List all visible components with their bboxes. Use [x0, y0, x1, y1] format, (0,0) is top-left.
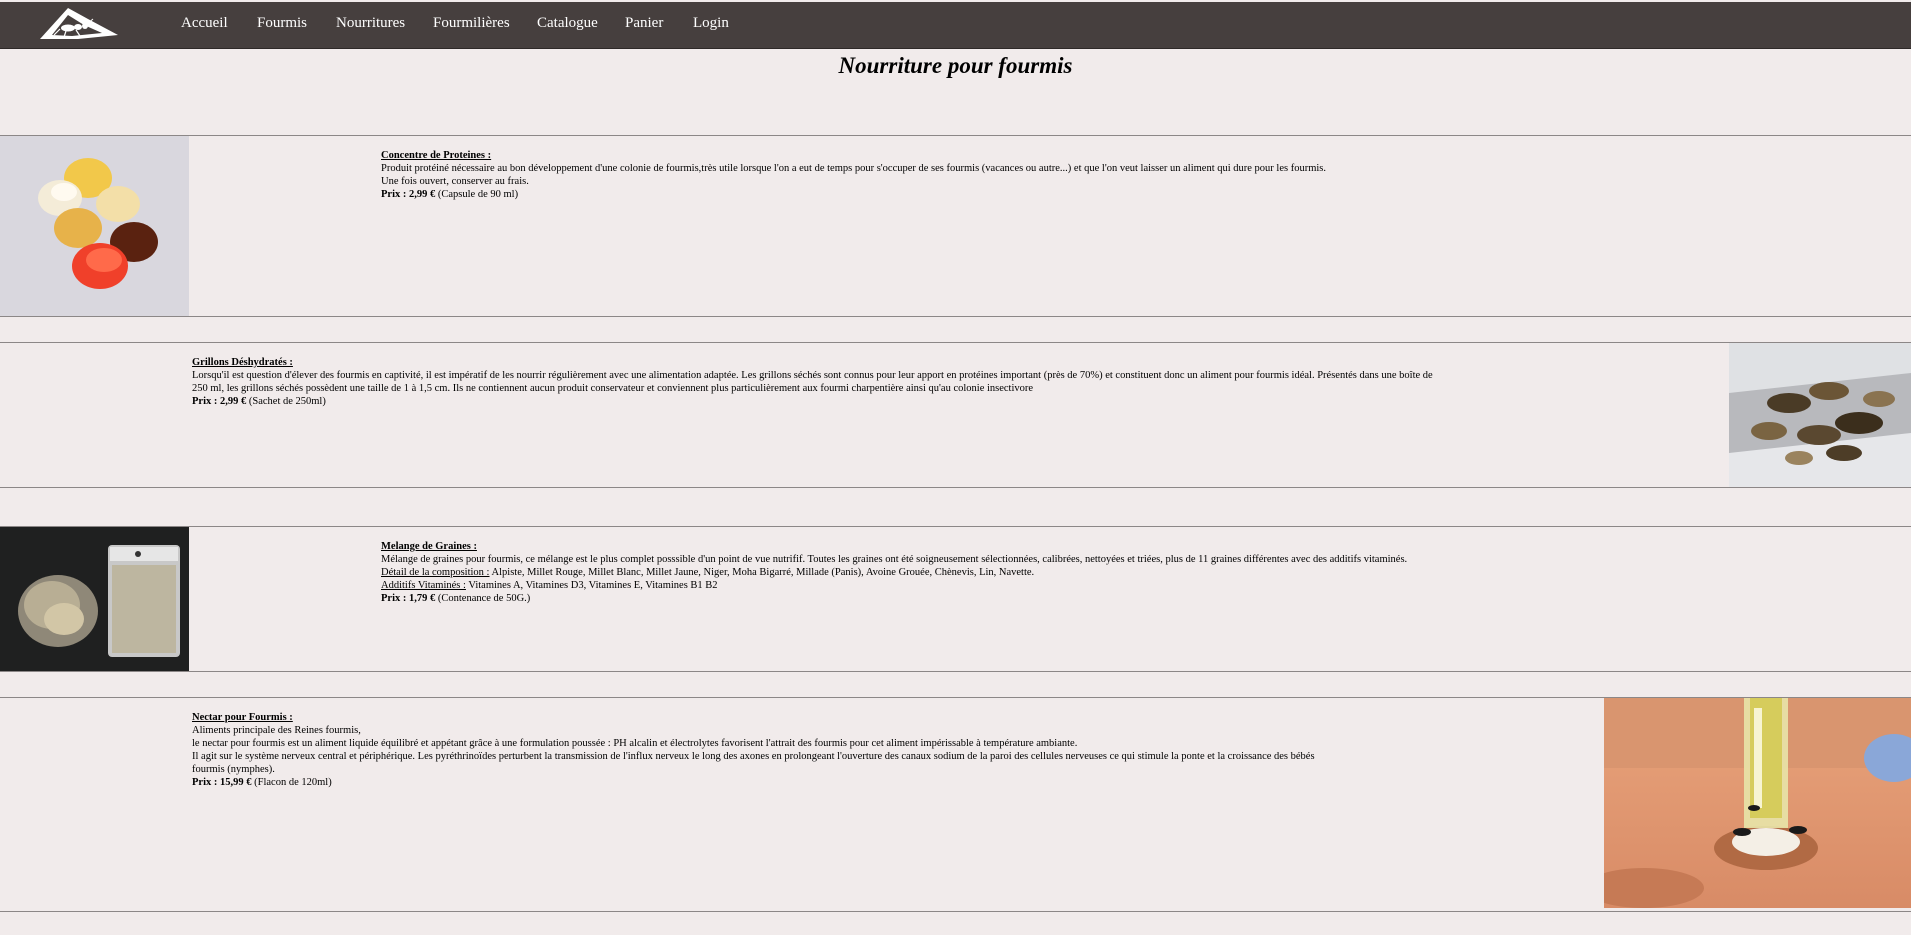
seed-mix-image[interactable] [0, 527, 189, 671]
product-seeds-text: Melange de Graines : Mélange de graines … [381, 540, 1681, 605]
product-desc-line: Mélange de graines pour fourmis, ce méla… [381, 554, 1408, 565]
vitamins-text: Vitamines A, Vitamines D3, Vitamines E, … [465, 580, 718, 591]
product-crickets-text: Grillons Déshydratés : Lorsqu'il est que… [192, 356, 1532, 408]
nav-panier[interactable]: Panier [625, 2, 663, 48]
navbar: Accueil Fourmis Nourritures Fourmilières… [0, 2, 1911, 49]
product-desc-line: Lorsqu'il est question d'élever des four… [192, 370, 1433, 381]
product-desc-line: fourmis (nymphes). [192, 764, 275, 775]
product-desc-line: Une fois ouvert, conserver au frais. [381, 176, 529, 187]
product-nectar-text: Nectar pour Fourmis : Aliments principal… [192, 711, 1532, 789]
product-title: Concentre de Proteines : [381, 150, 492, 161]
nav-fourmis[interactable]: Fourmis [257, 2, 307, 48]
product-seeds: Melange de Graines : Mélange de graines … [0, 526, 1911, 672]
nav-fourmilieres[interactable]: Fourmilières [433, 2, 510, 48]
product-title: Grillons Déshydratés : [192, 357, 293, 368]
product-protein: Concentre de Proteines : Produit protéin… [0, 135, 1911, 317]
product-price: Prix : 15,99 € [192, 777, 252, 788]
product-desc-line: Produit protéiné nécessaire au bon dével… [381, 163, 1327, 174]
product-title: Melange de Graines : [381, 541, 477, 552]
protein-capsules-image[interactable] [0, 136, 189, 316]
product-crickets: Grillons Déshydratés : Lorsqu'il est que… [0, 342, 1911, 488]
nav-accueil[interactable]: Accueil [181, 2, 228, 48]
product-price: Prix : 1,79 € [381, 593, 436, 604]
product-protein-text: Concentre de Proteines : Produit protéin… [381, 149, 1681, 201]
dried-crickets-image[interactable] [1729, 343, 1911, 487]
product-desc-line: 250 ml, les grillons séchés possèdent un… [192, 383, 1034, 394]
product-desc-line: Aliments principale des Reines fourmis, [192, 725, 361, 736]
product-price-note: (Flacon de 120ml) [251, 777, 332, 788]
nav-nourritures[interactable]: Nourritures [336, 2, 405, 48]
product-price-note: (Capsule de 90 ml) [435, 189, 519, 200]
product-nectar: Nectar pour Fourmis : Aliments principal… [0, 697, 1911, 912]
composition-text: Alpiste, Millet Rouge, Millet Blanc, Mil… [489, 567, 1035, 578]
composition-label: Détail de la composition : [381, 567, 490, 578]
product-price: Prix : 2,99 € [381, 189, 436, 200]
product-title: Nectar pour Fourmis : [192, 712, 293, 723]
nav-login[interactable]: Login [693, 2, 729, 48]
product-desc-line: le nectar pour fourmis est un aliment li… [192, 738, 1078, 749]
product-price-note: (Contenance de 50G.) [435, 593, 531, 604]
product-price: Prix : 2,99 € [192, 396, 247, 407]
product-desc-line: Il agit sur le système nerveux central e… [192, 751, 1315, 762]
page-title: Nourriture pour fourmis [838, 53, 1073, 78]
vitamins-label: Additifs Vitaminés : [381, 580, 466, 591]
nav-catalogue[interactable]: Catalogue [537, 2, 598, 48]
nectar-feeder-image[interactable] [1604, 698, 1911, 908]
product-price-note: (Sachet de 250ml) [246, 396, 326, 407]
ant-logo[interactable] [38, 5, 120, 43]
